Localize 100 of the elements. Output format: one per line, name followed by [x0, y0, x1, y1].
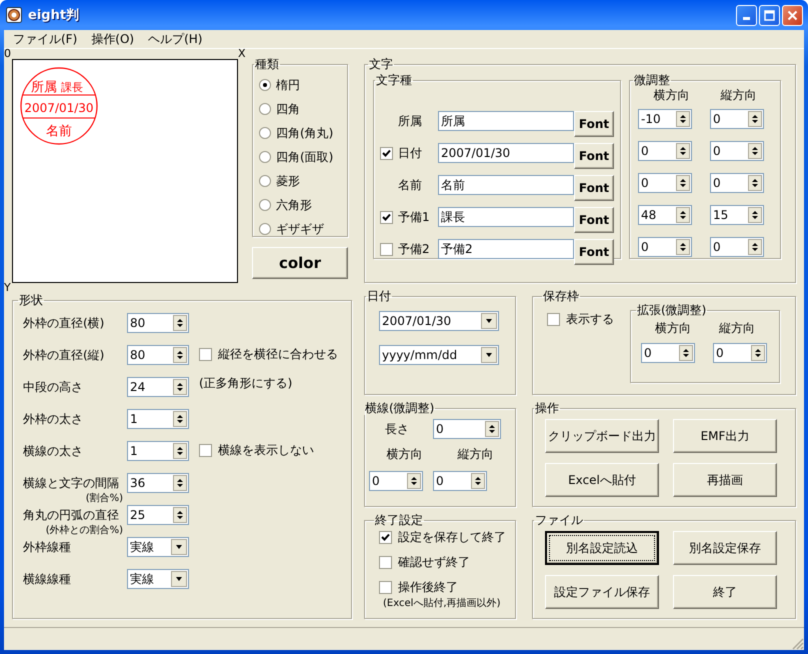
checkbox[interactable]: [380, 210, 393, 224]
spin-field[interactable]: 1: [127, 441, 189, 461]
radio-label[interactable]: 菱形: [276, 172, 300, 190]
spin-field[interactable]: 0: [713, 343, 767, 363]
spin-arrows-icon[interactable]: [485, 421, 499, 437]
spin-field[interactable]: 36: [127, 473, 189, 493]
spin-field[interactable]: 0: [433, 419, 501, 439]
spin-arrows-icon[interactable]: [676, 143, 690, 159]
size-grip-icon[interactable]: [792, 638, 804, 650]
menu-item[interactable]: ファイル(F): [6, 30, 84, 48]
spin-field[interactable]: 0: [638, 237, 692, 257]
spin-field[interactable]: 15: [710, 205, 764, 225]
spin-field[interactable]: 0: [710, 173, 764, 193]
spin-arrows-icon[interactable]: [748, 175, 762, 191]
spin-field[interactable]: 0: [433, 471, 487, 491]
spin-field[interactable]: -10: [638, 109, 692, 129]
color-button[interactable]: color: [252, 247, 348, 279]
menu-item[interactable]: ヘルプ(H): [141, 30, 210, 48]
checkbox[interactable]: [199, 444, 212, 457]
action-button[interactable]: Excelへ貼付: [545, 463, 659, 497]
font-button[interactable]: Font: [574, 207, 614, 233]
file-button[interactable]: 別名設定読込: [545, 531, 659, 565]
checkbox-label[interactable]: 縦径を横径に合わせる: [218, 346, 338, 363]
spin-arrows-icon[interactable]: [173, 443, 187, 459]
font-button[interactable]: Font: [574, 175, 614, 201]
spin-arrows-icon[interactable]: [676, 175, 690, 191]
spin-field[interactable]: 0: [638, 173, 692, 193]
dropdown[interactable]: 実線: [127, 569, 189, 589]
minimize-button[interactable]: [736, 4, 757, 26]
checkbox-label[interactable]: 予備2: [398, 240, 430, 258]
spin-field[interactable]: 48: [638, 205, 692, 225]
radio-label[interactable]: 楕円: [276, 76, 300, 94]
checkbox[interactable]: [379, 531, 392, 544]
spin-arrows-icon[interactable]: [748, 143, 762, 159]
spin-field[interactable]: 24: [127, 377, 189, 397]
radio-label[interactable]: 六角形: [276, 196, 312, 214]
spin-arrows-icon[interactable]: [173, 315, 187, 331]
maximize-button[interactable]: [759, 4, 780, 26]
spin-field[interactable]: 0: [638, 141, 692, 161]
radio-button[interactable]: [259, 151, 271, 163]
spin-arrows-icon[interactable]: [173, 507, 187, 523]
spin-arrows-icon[interactable]: [173, 411, 187, 427]
dropdown[interactable]: yyyy/mm/dd: [379, 345, 499, 365]
close-button[interactable]: [782, 4, 803, 26]
checkbox-label[interactable]: 表示する: [566, 311, 614, 328]
spin-arrows-icon[interactable]: [748, 111, 762, 127]
checkbox[interactable]: [380, 242, 393, 256]
font-button[interactable]: Font: [574, 111, 614, 137]
radio-button[interactable]: [259, 79, 271, 91]
spin-arrows-icon[interactable]: [173, 379, 187, 395]
text-field[interactable]: 所属: [438, 111, 574, 131]
radio-button[interactable]: [259, 199, 271, 211]
spin-field[interactable]: 0: [710, 237, 764, 257]
spin-arrows-icon[interactable]: [471, 473, 485, 489]
radio-label[interactable]: 四角(面取): [276, 148, 334, 166]
spin-arrows-icon[interactable]: [676, 207, 690, 223]
text-field[interactable]: 予備2: [438, 239, 574, 259]
checkbox-label[interactable]: 操作後終了: [398, 579, 458, 596]
dropdown[interactable]: 2007/01/30: [379, 311, 499, 331]
spin-field[interactable]: 0: [641, 343, 695, 363]
radio-button[interactable]: [259, 223, 271, 235]
spin-field[interactable]: 80: [127, 345, 189, 365]
checkbox-label[interactable]: 横線を表示しない: [218, 442, 314, 459]
checkbox[interactable]: [379, 556, 392, 569]
spin-field[interactable]: 0: [369, 471, 423, 491]
checkbox[interactable]: [547, 313, 560, 326]
file-button[interactable]: 別名設定保存: [673, 531, 777, 565]
spin-arrows-icon[interactable]: [748, 239, 762, 255]
radio-label[interactable]: 四角: [276, 100, 300, 118]
spin-arrows-icon[interactable]: [679, 345, 693, 361]
checkbox-label[interactable]: 設定を保存して終了: [398, 529, 506, 546]
spin-arrows-icon[interactable]: [676, 239, 690, 255]
radio-button[interactable]: [259, 175, 271, 187]
spin-arrows-icon[interactable]: [173, 475, 187, 491]
dropdown[interactable]: 実線: [127, 537, 189, 557]
spin-field[interactable]: 0: [710, 141, 764, 161]
file-button[interactable]: 終了: [673, 575, 777, 609]
spin-field[interactable]: 1: [127, 409, 189, 429]
spin-arrows-icon[interactable]: [676, 111, 690, 127]
spin-field[interactable]: 25: [127, 505, 189, 525]
file-button[interactable]: 設定ファイル保存: [545, 575, 659, 609]
action-button[interactable]: クリップボード出力: [545, 419, 659, 453]
spin-arrows-icon[interactable]: [407, 473, 421, 489]
text-field[interactable]: 2007/01/30: [438, 143, 574, 163]
radio-button[interactable]: [259, 127, 271, 139]
spin-arrows-icon[interactable]: [748, 207, 762, 223]
checkbox[interactable]: [199, 348, 212, 361]
spin-arrows-icon[interactable]: [173, 347, 187, 363]
checkbox-label[interactable]: 日付: [398, 144, 422, 162]
checkbox-label[interactable]: 予備1: [398, 208, 430, 226]
text-field[interactable]: 名前: [438, 175, 574, 195]
checkbox[interactable]: [380, 146, 393, 160]
spin-field[interactable]: 80: [127, 313, 189, 333]
font-button[interactable]: Font: [574, 239, 614, 265]
checkbox-label[interactable]: 確認せず終了: [398, 554, 470, 571]
checkbox[interactable]: [379, 581, 392, 594]
font-button[interactable]: Font: [574, 143, 614, 169]
radio-label[interactable]: ギザギザ: [276, 220, 324, 238]
radio-button[interactable]: [259, 103, 271, 115]
action-button[interactable]: EMF出力: [673, 419, 777, 453]
